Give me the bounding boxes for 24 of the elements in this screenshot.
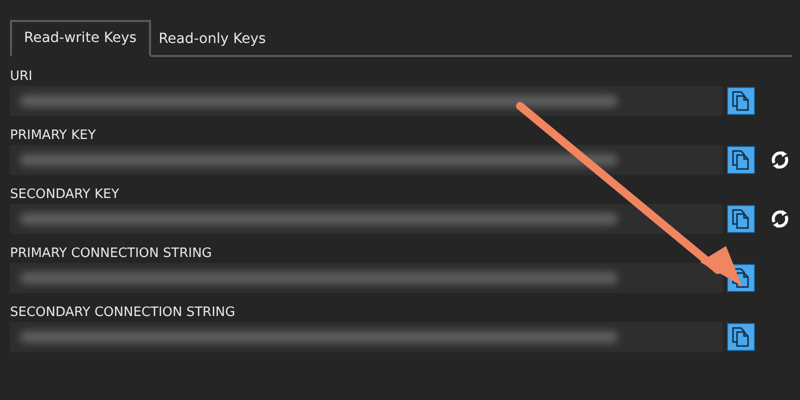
field-label: PRIMARY KEY <box>10 128 97 144</box>
field-label: PRIMARY CONNECTION STRING <box>10 246 213 262</box>
regenerate-button[interactable] <box>769 149 791 171</box>
tab[interactable]: Read-write Keys <box>10 20 151 57</box>
regenerate-button[interactable] <box>769 208 791 230</box>
copy-icon <box>732 150 750 170</box>
key-field[interactable] <box>10 204 723 234</box>
field-label: SECONDARY CONNECTION STRING <box>10 305 236 321</box>
copy-button[interactable] <box>727 205 755 233</box>
key-field[interactable] <box>10 86 723 116</box>
copy-button[interactable] <box>727 146 755 174</box>
copy-icon <box>732 327 750 347</box>
refresh-icon <box>770 150 790 170</box>
field-label: URI <box>10 69 34 85</box>
copy-button[interactable] <box>727 87 755 115</box>
key-field[interactable] <box>10 322 723 352</box>
tab[interactable]: Read-only Keys <box>150 20 274 57</box>
refresh-icon <box>770 209 790 229</box>
field-label: SECONDARY KEY <box>10 187 120 203</box>
copy-icon <box>732 91 750 111</box>
key-field[interactable] <box>10 263 723 293</box>
copy-button[interactable] <box>727 323 755 351</box>
key-field[interactable] <box>10 145 723 175</box>
copy-icon <box>732 209 750 229</box>
